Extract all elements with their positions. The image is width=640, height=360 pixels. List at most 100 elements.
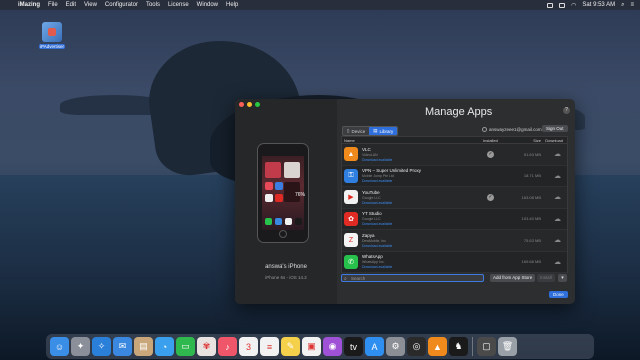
menu-edit[interactable]: Edit — [66, 2, 76, 8]
menu-file[interactable]: File — [48, 2, 58, 8]
column-installed[interactable]: Installed — [483, 138, 513, 143]
apps-table: Name Installed Size Download ▲ VLC Video… — [341, 136, 568, 273]
control-center-icon[interactable]: ≡ — [630, 2, 634, 8]
dock-contacts-icon[interactable]: ▤ — [134, 337, 153, 356]
search-icon[interactable]: ⌕ — [621, 2, 624, 9]
app-icon: ⚿ — [344, 168, 358, 183]
cloud-download-icon[interactable]: ☁ — [541, 215, 565, 223]
install-button[interactable]: Install — [537, 274, 555, 282]
cloud-download-icon[interactable]: ☁ — [541, 193, 565, 201]
menu-license[interactable]: License — [168, 2, 189, 8]
screen-icon[interactable] — [547, 2, 554, 8]
dock-app-store-icon[interactable]: A — [365, 337, 384, 356]
home-button — [279, 230, 287, 238]
table-row[interactable]: Z Zapya DewMobile, Inc Download availabl… — [342, 230, 567, 252]
dock-apple-tv-icon[interactable]: tv — [344, 337, 363, 356]
checkmark-icon: ✓ — [487, 193, 494, 201]
app-status[interactable]: Download available — [362, 265, 483, 269]
search-field[interactable]: ⌕ Search — [341, 274, 484, 282]
dock-messages-icon[interactable]: ◔ — [155, 337, 174, 356]
window-title: Manage Apps — [425, 106, 493, 118]
app-icon: ✿ — [344, 211, 358, 226]
app-name: VPN – Super Unlimited Proxy — [362, 168, 422, 174]
zoom-button[interactable] — [255, 102, 260, 107]
app-status[interactable]: Download available — [362, 201, 483, 205]
library-icon: ▤ — [373, 128, 378, 133]
cloud-download-icon[interactable]: ☁ — [541, 150, 565, 158]
dock-music-icon[interactable]: ♪ — [218, 337, 237, 356]
menu-window[interactable]: Window — [197, 2, 218, 8]
cloud-download-icon[interactable]: ☁ — [541, 172, 565, 180]
dock-screenshot-icon[interactable]: ▢ — [477, 337, 496, 356]
battery-icon[interactable] — [559, 2, 566, 8]
dock-vlc-icon[interactable]: ▲ — [428, 337, 447, 356]
dock-photos-icon[interactable]: ✾ — [197, 337, 216, 356]
device-panel: 76% answa's iPhone iPhone 6s - iOS 14.2 — [235, 99, 337, 304]
table-row[interactable]: ▲ VLC VideoLAN Download available ✓ 51.6… — [342, 144, 567, 166]
table-row[interactable]: ▶ YouTube Google LLC Download available … — [342, 187, 567, 209]
minimize-button[interactable] — [247, 102, 252, 107]
table-body: ▲ VLC VideoLAN Download available ✓ 51.6… — [342, 144, 567, 273]
dock-system-preferences-icon[interactable]: ⚙ — [386, 337, 405, 356]
dock-launchpad-icon[interactable]: ✦ — [71, 337, 90, 356]
checkmark-icon: ✓ — [487, 150, 494, 158]
table-row[interactable]: ✿ YT Studio Google LLC Download availabl… — [342, 209, 567, 230]
app-status[interactable]: Download available — [362, 244, 483, 248]
device-model: iPhone 6s - iOS 14.2 — [265, 275, 307, 280]
app-developer: Mobile Jump Pte Ltd — [362, 174, 394, 179]
app-size: 51.63 MB — [523, 151, 541, 157]
app-size: 163.08 MB — [521, 194, 541, 200]
dock-imazing-icon[interactable]: ▣ — [302, 337, 321, 356]
menu-configurator[interactable]: Configurator — [105, 2, 138, 8]
desktop-file-label: iPAdvertiser — [39, 44, 65, 49]
column-size[interactable]: Size — [513, 138, 541, 143]
done-button[interactable]: Done — [549, 291, 568, 298]
add-from-app-store-button[interactable]: Add from App Store — [490, 274, 536, 282]
table-row[interactable]: ⚿ VPN – Super Unlimited Proxy Mobile Jum… — [342, 166, 567, 187]
help-button[interactable]: ? — [563, 107, 570, 114]
sign-out-button[interactable]: Sign Out — [542, 125, 568, 132]
user-icon — [482, 127, 487, 132]
dock-separator — [472, 337, 473, 356]
more-options-button[interactable]: ▾ — [558, 274, 567, 282]
segment-library[interactable]: ▤ Library — [369, 127, 398, 135]
table-row[interactable]: ✆ WhatsApp WhatsApp Inc. Download availa… — [342, 252, 567, 273]
apple-menu-icon[interactable] — [6, 2, 12, 9]
dock-notes-icon[interactable]: ✎ — [281, 337, 300, 356]
menu-imazing[interactable]: iMazing — [18, 2, 40, 8]
window-controls — [239, 102, 260, 107]
dock-reminders-icon[interactable]: ≡ — [260, 337, 279, 356]
app-developer: DewMobile, Inc — [362, 238, 386, 243]
device-name: answa's iPhone — [265, 264, 307, 270]
cloud-download-icon[interactable]: ☁ — [541, 258, 565, 266]
dock-obs-icon[interactable]: ◎ — [407, 337, 426, 356]
column-download[interactable]: Download — [541, 138, 565, 143]
iphone-image: 76% — [257, 143, 309, 243]
dock-finder-icon[interactable]: ☺ — [50, 337, 69, 356]
dock-calendar-icon[interactable]: 3 — [239, 337, 258, 356]
app-name: YT Studio — [362, 211, 382, 217]
segment-device[interactable]: ▯ Device — [343, 127, 370, 135]
dock-facetime-icon[interactable]: ▭ — [176, 337, 195, 356]
app-name: WhatsApp — [362, 254, 383, 260]
app-status[interactable]: Download available — [362, 158, 483, 162]
close-button[interactable] — [239, 102, 244, 107]
dock-podcasts-icon[interactable]: ◉ — [323, 337, 342, 356]
app-size: 103.40 MB — [521, 216, 541, 222]
clock[interactable]: Sat 9:53 AM — [582, 2, 615, 8]
wifi-icon[interactable]: ◠ — [571, 2, 576, 9]
menu-tools[interactable]: Tools — [146, 2, 160, 8]
app-status[interactable]: Download available — [362, 179, 483, 183]
dock-safari-icon[interactable]: ✧ — [92, 337, 111, 356]
app-name: YouTube — [362, 189, 380, 195]
cloud-download-icon[interactable]: ☁ — [541, 236, 565, 244]
desktop-file-icon[interactable]: iPAdvertiser — [39, 22, 65, 49]
app-status[interactable]: Download available — [362, 222, 483, 226]
dock-trash-icon[interactable]: 🗑 — [498, 337, 517, 356]
manage-apps-window: 76% answa's iPhone iPhone 6s - iOS 14.2 … — [235, 99, 575, 304]
dock-stocks-icon[interactable]: ♞ — [449, 337, 468, 356]
menu-help[interactable]: Help — [226, 2, 238, 8]
column-name[interactable]: Name — [344, 138, 483, 143]
menu-view[interactable]: View — [84, 2, 97, 8]
dock-mail-icon[interactable]: ✉ — [113, 337, 132, 356]
